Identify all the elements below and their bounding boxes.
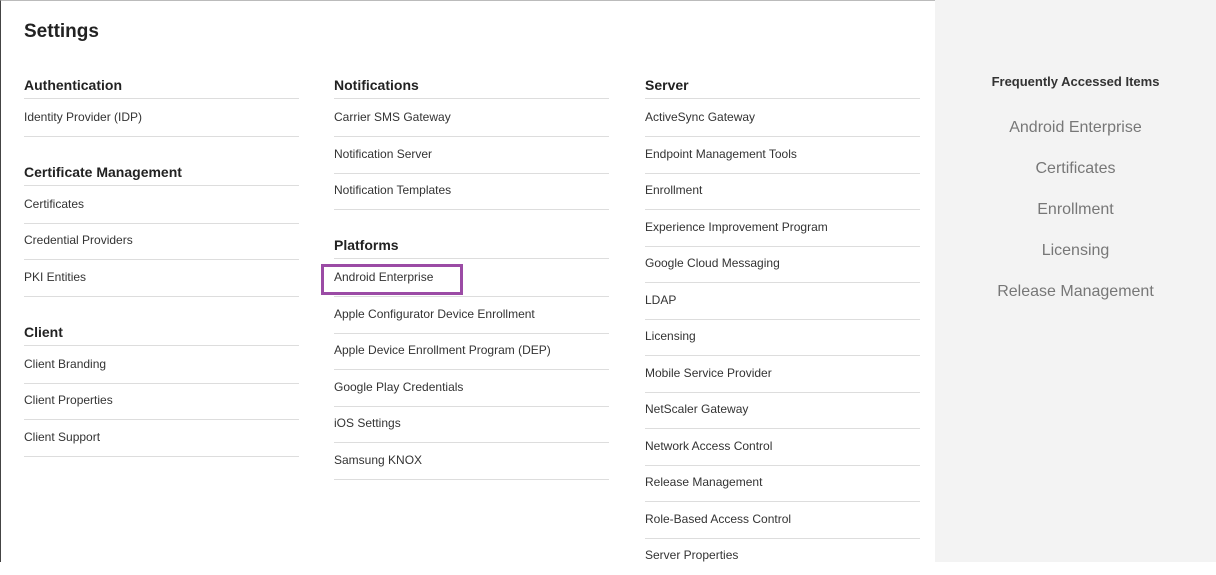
settings-link-ldap[interactable]: LDAP (645, 283, 920, 320)
frequent-item-release-management[interactable]: Release Management (935, 283, 1216, 301)
section-heading-authentication: Authentication (24, 75, 299, 99)
frequently-accessed-title: Frequently Accessed Items (991, 74, 1160, 89)
settings-link-role-based-access-control[interactable]: Role-Based Access Control (645, 502, 920, 539)
settings-link-carrier-sms-gateway[interactable]: Carrier SMS Gateway (334, 100, 609, 137)
frequent-item-certificates[interactable]: Certificates (935, 160, 1216, 178)
settings-link-credential-providers[interactable]: Credential Providers (24, 223, 299, 260)
section-heading-server: Server (645, 75, 920, 99)
frequent-item-android-enterprise[interactable]: Android Enterprise (935, 119, 1216, 137)
settings-link-client-support[interactable]: Client Support (24, 420, 299, 457)
settings-link-client-branding[interactable]: Client Branding (24, 347, 299, 384)
section-heading-client: Client (24, 322, 299, 346)
settings-link-enrollment[interactable]: Enrollment (645, 173, 920, 210)
frequent-item-enrollment[interactable]: Enrollment (935, 201, 1216, 219)
section-heading-certificate-management: Certificate Management (24, 162, 299, 186)
settings-link-release-management[interactable]: Release Management (645, 465, 920, 502)
settings-link-apple-configurator[interactable]: Apple Configurator Device Enrollment (334, 297, 609, 334)
settings-link-identity-provider[interactable]: Identity Provider (IDP) (24, 100, 299, 137)
settings-link-notification-server[interactable]: Notification Server (334, 137, 609, 174)
settings-link-certificates[interactable]: Certificates (24, 187, 299, 224)
settings-link-endpoint-management-tools[interactable]: Endpoint Management Tools (645, 137, 920, 174)
settings-main-panel: Settings Authentication Identity Provide… (0, 0, 935, 562)
highlight-box (321, 264, 463, 295)
settings-link-apple-dep[interactable]: Apple Device Enrollment Program (DEP) (334, 333, 609, 370)
settings-link-netscaler-gateway[interactable]: NetScaler Gateway (645, 392, 920, 429)
settings-link-pki-entities[interactable]: PKI Entities (24, 260, 299, 297)
settings-link-notification-templates[interactable]: Notification Templates (334, 173, 609, 210)
page-title: Settings (24, 21, 99, 42)
settings-link-activesync-gateway[interactable]: ActiveSync Gateway (645, 100, 920, 137)
settings-link-network-access-control[interactable]: Network Access Control (645, 429, 920, 466)
section-heading-platforms: Platforms (334, 235, 609, 259)
settings-link-google-cloud-messaging[interactable]: Google Cloud Messaging (645, 246, 920, 283)
settings-link-server-properties[interactable]: Server Properties (645, 538, 920, 575)
settings-link-experience-improvement[interactable]: Experience Improvement Program (645, 210, 920, 247)
settings-link-ios-settings[interactable]: iOS Settings (334, 406, 609, 443)
settings-link-licensing[interactable]: Licensing (645, 319, 920, 356)
frequent-item-licensing[interactable]: Licensing (935, 242, 1216, 260)
settings-link-google-play-credentials[interactable]: Google Play Credentials (334, 370, 609, 407)
settings-link-samsung-knox[interactable]: Samsung KNOX (334, 443, 609, 480)
settings-link-mobile-service-provider[interactable]: Mobile Service Provider (645, 356, 920, 393)
frequently-accessed-panel: Frequently Accessed Items Android Enterp… (935, 0, 1216, 562)
section-heading-notifications: Notifications (334, 75, 609, 99)
settings-link-client-properties[interactable]: Client Properties (24, 383, 299, 420)
